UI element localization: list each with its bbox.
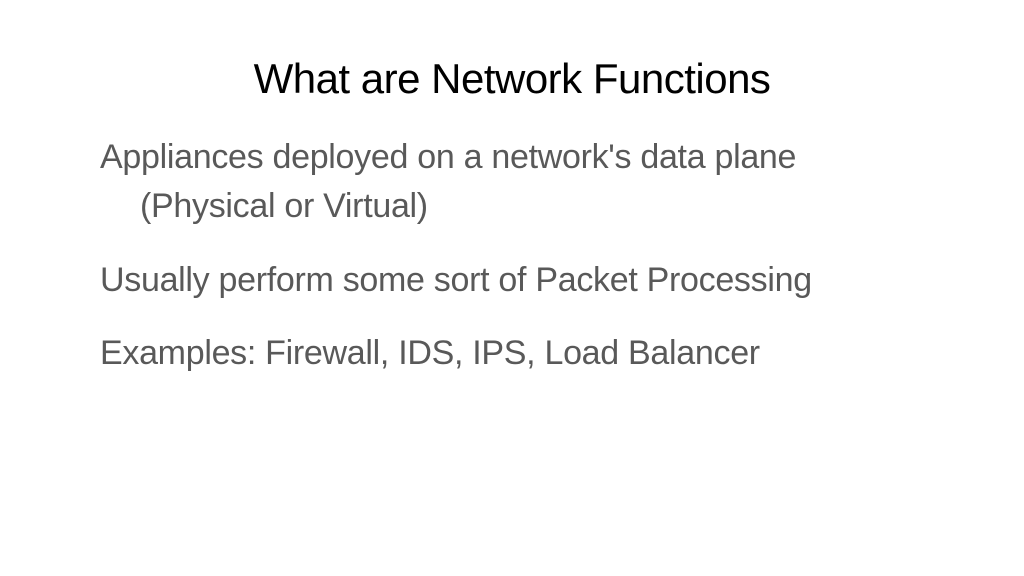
slide-container: What are Network Functions Appliances de… — [0, 0, 1024, 576]
bullet-point-2: Usually perform some sort of Packet Proc… — [100, 256, 924, 305]
bullet-point-1: Appliances deployed on a network's data … — [100, 133, 924, 232]
slide-title: What are Network Functions — [100, 55, 924, 103]
bullet-1-line-1: Appliances deployed on a network's data … — [100, 138, 796, 176]
bullet-1-line-2: (Physical or Virtual) — [100, 182, 924, 231]
bullet-point-3: Examples: Firewall, IDS, IPS, Load Balan… — [100, 329, 924, 378]
